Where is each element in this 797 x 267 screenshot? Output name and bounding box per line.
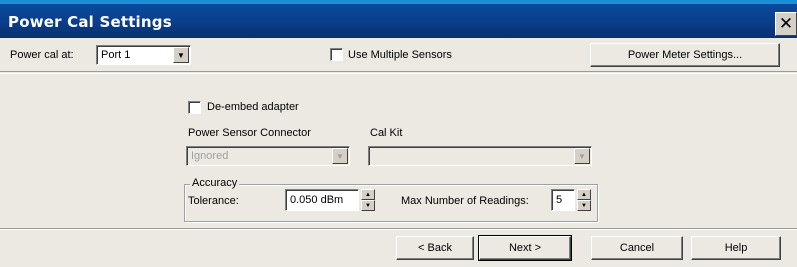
- top-row: Power cal at: Port 1 ▼ Use Multiple Sens…: [0, 38, 797, 72]
- tolerance-spinner[interactable]: ▲ ▼: [361, 189, 375, 211]
- close-icon: ✕: [778, 14, 794, 34]
- title-bar: Power Cal Settings ✕: [0, 4, 797, 38]
- power-sensor-connector-select[interactable]: Ignored ▼: [186, 146, 350, 166]
- next-button[interactable]: Next >: [478, 235, 572, 261]
- chevron-down-icon: ▼: [574, 148, 590, 164]
- row-separator: [0, 73, 797, 74]
- de-embed-adapter-label: De-embed adapter: [207, 101, 299, 113]
- arrow-up-icon[interactable]: ▲: [577, 189, 591, 200]
- cal-kit-label: Cal Kit: [370, 127, 403, 139]
- chevron-down-icon: ▼: [173, 47, 189, 63]
- power-cal-at-label: Power cal at:: [10, 49, 74, 61]
- help-button-label: Help: [724, 242, 748, 254]
- arrow-down-icon[interactable]: ▼: [361, 200, 375, 211]
- chevron-down-icon: ▼: [332, 148, 348, 164]
- tolerance-label: Tolerance:: [188, 195, 239, 207]
- max-readings-spinner[interactable]: ▲ ▼: [577, 189, 591, 211]
- cancel-button-label: Cancel: [619, 242, 655, 254]
- power-sensor-connector-value: Ignored: [191, 150, 229, 162]
- bottom-separator-highlight: [0, 229, 797, 230]
- arrow-down-icon[interactable]: ▼: [577, 200, 591, 211]
- back-button[interactable]: < Back: [396, 236, 474, 260]
- accuracy-group-title: Accuracy: [190, 177, 240, 189]
- accuracy-group: [184, 184, 598, 222]
- next-button-label: Next >: [508, 242, 542, 254]
- tolerance-input[interactable]: 0.050 dBm: [285, 189, 359, 211]
- help-button[interactable]: Help: [691, 236, 781, 260]
- power-sensor-connector-label: Power Sensor Connector: [188, 127, 311, 139]
- de-embed-adapter-checkbox[interactable]: [188, 101, 201, 114]
- cancel-button[interactable]: Cancel: [591, 236, 683, 260]
- back-button-label: < Back: [418, 242, 452, 254]
- port-select[interactable]: Port 1 ▼: [96, 45, 191, 65]
- close-button[interactable]: ✕: [775, 12, 797, 36]
- max-readings-value: 5: [556, 194, 563, 206]
- window-title: Power Cal Settings: [8, 13, 172, 31]
- power-meter-settings-button[interactable]: Power Meter Settings...: [590, 43, 780, 67]
- cal-kit-select[interactable]: ▼: [368, 146, 592, 166]
- max-readings-label: Max Number of Readings:: [401, 195, 529, 207]
- max-readings-input[interactable]: 5: [551, 189, 575, 211]
- power-meter-settings-label: Power Meter Settings...: [627, 49, 743, 61]
- arrow-up-icon[interactable]: ▲: [361, 189, 375, 200]
- dialog-body: Power cal at: Port 1 ▼ Use Multiple Sens…: [0, 38, 797, 267]
- use-multiple-sensors-checkbox[interactable]: [330, 48, 343, 61]
- port-select-value: Port 1: [101, 49, 131, 61]
- tolerance-value: 0.050 dBm: [290, 194, 344, 206]
- use-multiple-sensors-label: Use Multiple Sensors: [348, 49, 452, 61]
